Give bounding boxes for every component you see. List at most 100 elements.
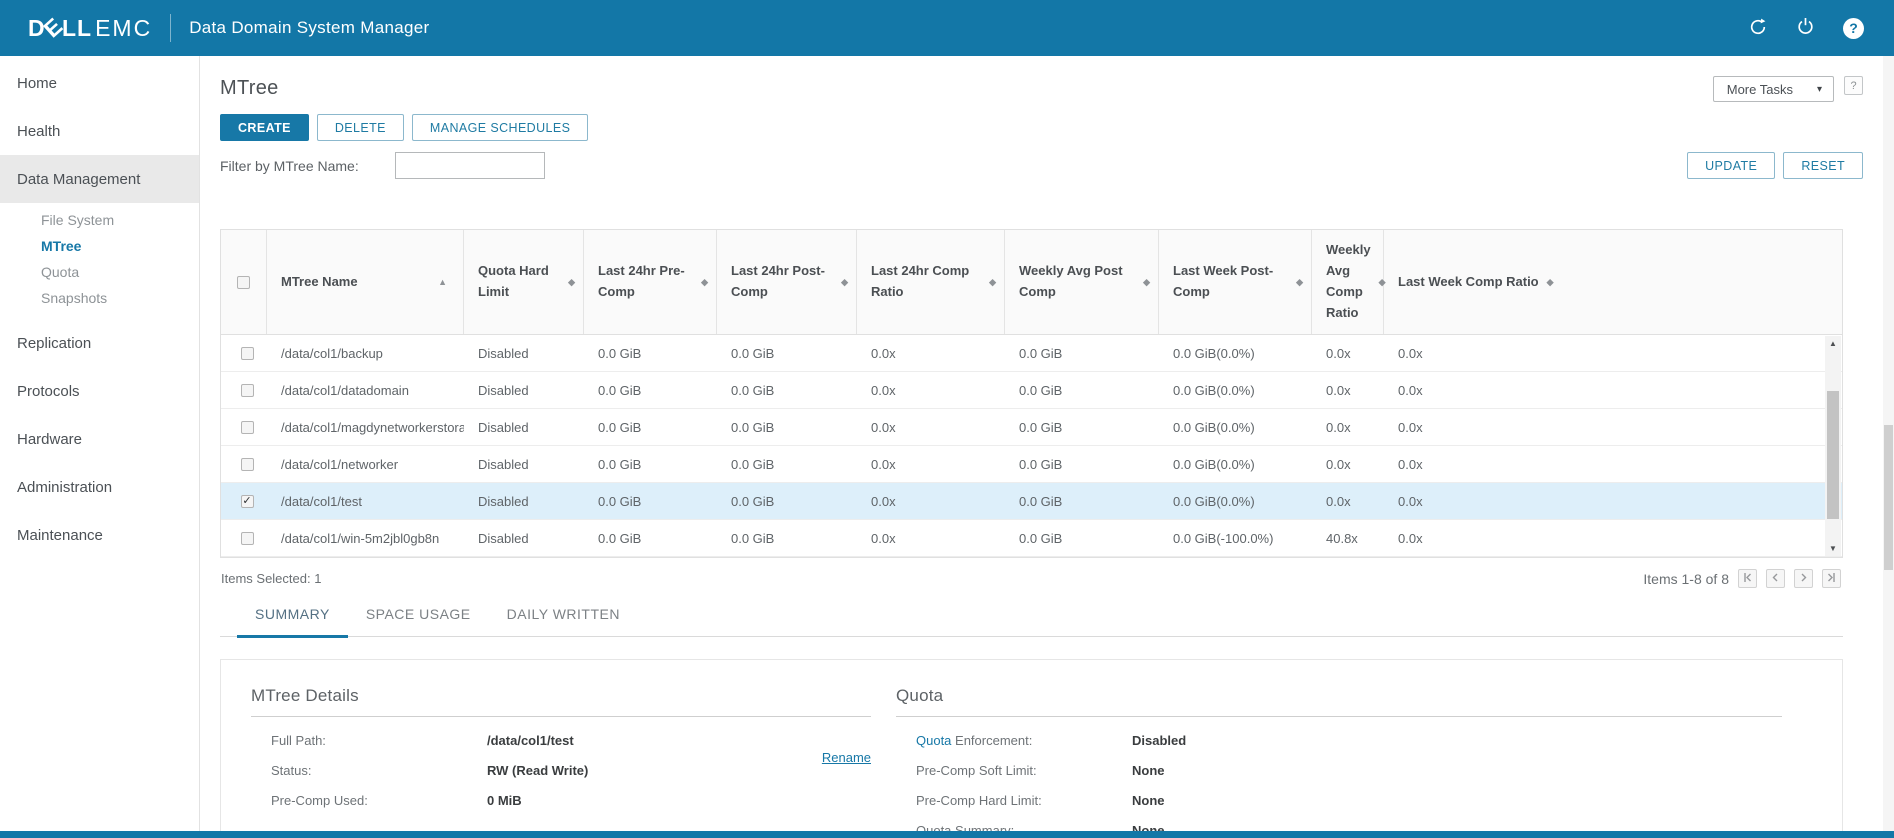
first-page-button[interactable]: [1738, 569, 1757, 588]
create-button[interactable]: CREATE: [220, 114, 309, 141]
refresh-button[interactable]: [1748, 17, 1768, 40]
page-scrollbar-thumb[interactable]: [1884, 425, 1893, 570]
cell: 0.0 GiB: [584, 457, 717, 472]
column-header-last-24hr-pre-comp[interactable]: Last 24hr Pre-Comp ◆: [584, 230, 717, 334]
cell: 0.0x: [857, 420, 1005, 435]
detail-tabs: SUMMARYSPACE USAGEDAILY WRITTEN: [220, 606, 1843, 637]
rename-link[interactable]: Rename: [822, 750, 871, 765]
cell: 0.0 GiB: [584, 531, 717, 546]
table-row[interactable]: /data/col1/win-5m2jbl0gb8n Disabled0.0 G…: [221, 520, 1842, 557]
quota-title: Quota: [896, 686, 1782, 717]
mtree-name-cell: /data/col1/datadomain: [267, 383, 464, 398]
app-title: Data Domain System Manager: [189, 18, 429, 38]
sidebar-item-file-system[interactable]: File System: [0, 207, 199, 233]
table-row[interactable]: /data/col1/networker Disabled0.0 GiB0.0 …: [221, 446, 1842, 483]
row-checkbox[interactable]: [241, 384, 254, 397]
column-header-last-week-comp-ratio[interactable]: Last Week Comp Ratio ◆: [1384, 230, 1842, 334]
last-page-button[interactable]: [1822, 569, 1841, 588]
select-all-checkbox[interactable]: [237, 276, 250, 289]
first-page-icon: [1742, 571, 1753, 586]
help-button[interactable]: ?: [1844, 76, 1863, 95]
tab-daily-written[interactable]: DAILY WRITTEN: [489, 606, 638, 636]
update-button[interactable]: UPDATE: [1687, 152, 1775, 179]
sidebar-item-snapshots[interactable]: Snapshots: [0, 285, 199, 311]
sort-icon: ◆: [1296, 275, 1303, 289]
cell: 0.0 GiB: [584, 494, 717, 509]
sidebar-item-home[interactable]: Home: [0, 59, 199, 107]
scroll-down-icon[interactable]: ▼: [1829, 544, 1837, 553]
chevron-down-icon: ▾: [1817, 84, 1822, 95]
cell: 0.0 GiB(-100.0%): [1159, 531, 1312, 546]
table-row[interactable]: /data/col1/datadomain Disabled0.0 GiB0.0…: [221, 372, 1842, 409]
sidebar-item-replication[interactable]: Replication: [0, 319, 199, 367]
manage-schedules-button[interactable]: MANAGE SCHEDULES: [412, 114, 588, 141]
detail-value: Disabled: [1132, 733, 1186, 748]
cell: 0.0x: [1312, 494, 1384, 509]
power-button[interactable]: [1796, 17, 1815, 40]
table-row[interactable]: /data/col1/magdynetworkerstorageunit1 Di…: [221, 409, 1842, 446]
next-page-button[interactable]: [1794, 569, 1813, 588]
mtree-name-cell: /data/col1/magdynetworkerstorageunit1: [267, 420, 464, 435]
tab-summary[interactable]: SUMMARY: [237, 606, 348, 638]
main-content: MTree More Tasks ▾ ? CREATE DELETE MANAG…: [200, 56, 1894, 831]
scroll-up-icon[interactable]: ▲: [1829, 339, 1837, 348]
detail-value: None: [1132, 763, 1165, 778]
mtree-name-cell: /data/col1/test: [267, 494, 464, 509]
detail-value: /data/col1/test: [487, 733, 574, 748]
column-header-quota-hard-limit[interactable]: Quota Hard Limit ◆: [464, 230, 584, 334]
sidebar-item-quota[interactable]: Quota: [0, 259, 199, 285]
row-checkbox[interactable]: [241, 532, 254, 545]
page-scrollbar[interactable]: [1883, 56, 1894, 831]
prev-page-button[interactable]: [1766, 569, 1785, 588]
sidebar: HomeHealthData Management File SystemMTre…: [0, 56, 200, 831]
cell: 0.0x: [857, 531, 1005, 546]
quota-link[interactable]: Quota: [916, 733, 951, 748]
row-checkbox[interactable]: [241, 458, 254, 471]
tab-space-usage[interactable]: SPACE USAGE: [348, 606, 489, 636]
sidebar-item-data-management[interactable]: Data Management: [0, 155, 199, 203]
cell: 0.0 GiB: [1005, 457, 1159, 472]
table-row[interactable]: ✓ /data/col1/test Disabled0.0 GiB0.0 GiB…: [221, 483, 1842, 520]
row-checkbox[interactable]: [241, 421, 254, 434]
help-menu-button[interactable]: ?: [1843, 18, 1864, 39]
summary-panel: MTree Details Full Path: /data/col1/test…: [220, 659, 1843, 838]
sidebar-item-hardware[interactable]: Hardware: [0, 415, 199, 463]
cell: 40.8x: [1312, 531, 1384, 546]
detail-row: Quota Enforcement: Disabled: [896, 725, 1782, 755]
cell: 0.0x: [857, 346, 1005, 361]
refresh-icon: [1748, 17, 1768, 40]
cell: 0.0x: [1384, 531, 1842, 546]
cell: Disabled: [464, 346, 584, 361]
mtree-details-section: MTree Details Full Path: /data/col1/test…: [251, 686, 871, 838]
column-header-weekly-avg-comp-ratio[interactable]: Weekly Avg Comp Ratio ◆: [1312, 230, 1384, 334]
cell: 0.0x: [1312, 420, 1384, 435]
scrollbar-thumb[interactable]: [1827, 391, 1839, 519]
column-header-last-week-post-comp[interactable]: Last Week Post-Comp ◆: [1159, 230, 1312, 334]
sidebar-item-administration[interactable]: Administration: [0, 463, 199, 511]
column-header-last-24hr-comp-ratio[interactable]: Last 24hr Comp Ratio ◆: [857, 230, 1005, 334]
page-title: MTree: [220, 76, 279, 100]
column-header-last-24hr-post-comp[interactable]: Last 24hr Post-Comp ◆: [717, 230, 857, 334]
column-header-mtree-name[interactable]: MTree Name ▲: [267, 230, 464, 334]
column-header-weekly-avg-post-comp[interactable]: Weekly Avg Post Comp ◆: [1005, 230, 1159, 334]
cell: 0.0x: [1384, 346, 1842, 361]
sidebar-item-maintenance[interactable]: Maintenance: [0, 511, 199, 559]
sort-icon: ◆: [1547, 275, 1554, 289]
row-checkbox[interactable]: [241, 347, 254, 360]
items-selected-label: Items Selected: 1: [221, 571, 321, 586]
table-scrollbar[interactable]: ▲ ▼: [1825, 336, 1841, 556]
sidebar-item-mtree[interactable]: MTree: [0, 233, 199, 259]
delete-button[interactable]: DELETE: [317, 114, 404, 141]
header-divider: [170, 14, 171, 42]
quota-section: Quota Quota Enforcement: Disabled Pre-Co…: [896, 686, 1782, 838]
sidebar-item-health[interactable]: Health: [0, 107, 199, 155]
help-icon: ?: [1843, 18, 1864, 39]
table-row[interactable]: /data/col1/backup Disabled0.0 GiB0.0 GiB…: [221, 335, 1842, 372]
cell: 0.0 GiB: [1005, 531, 1159, 546]
row-checkbox[interactable]: ✓: [241, 495, 254, 508]
reset-button[interactable]: RESET: [1783, 152, 1863, 179]
sidebar-item-protocols[interactable]: Protocols: [0, 367, 199, 415]
more-tasks-dropdown[interactable]: More Tasks ▾: [1713, 76, 1834, 102]
mtree-filter-input[interactable]: [395, 152, 545, 179]
cell: 0.0 GiB: [717, 383, 857, 398]
